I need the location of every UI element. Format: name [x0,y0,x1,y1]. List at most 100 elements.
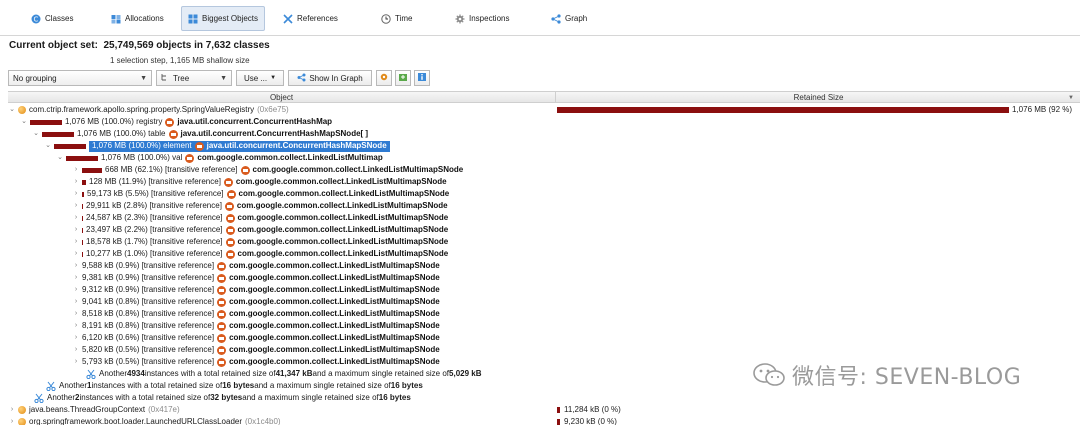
collapsed-toggle-icon[interactable]: › [72,212,80,224]
reference-class: com.google.common.collect.LinkedListMult… [236,201,448,210]
collapsed-toggle-icon[interactable]: › [72,320,80,332]
summary-row[interactable]: Another 2 instances with a total retaine… [8,392,1080,404]
title-prefix: Current object set: [9,40,98,51]
export-button[interactable] [395,70,411,86]
table-row[interactable]: › 8,191 kB (0.8%) [transitive reference] c… [8,320,1080,332]
table-row[interactable]: ⌄ 1,076 MB (100.0%) table java.util.conc… [8,128,1080,140]
grouping-select[interactable]: No grouping ▼ [8,70,152,86]
reference-class: com.google.common.collect.LinkedListMult… [229,285,440,294]
summary-total-size: 32 bytes [210,393,243,402]
collapsed-toggle-icon[interactable]: › [72,200,80,212]
settings-button[interactable] [376,70,392,86]
table-row[interactable]: › 10,277 kB (1.0%) [transitive reference]… [8,248,1080,260]
expand-toggle-icon[interactable]: ⌄ [8,104,16,116]
chevron-down-icon: ▼ [220,75,227,82]
table-row[interactable]: ⌄ com.ctrip.framework.apollo.spring.prop… [8,104,1080,116]
table-row[interactable]: › 6,120 kB (0.6%) [transitive reference] c… [8,332,1080,344]
show-in-graph-button[interactable]: Show In Graph [288,70,372,86]
table-row[interactable]: › 128 MB (11.9%) [transitive reference] co… [8,176,1080,188]
table-row[interactable]: › 29,911 kB (2.8%) [transitive reference]… [8,200,1080,212]
object-class: java.beans.ThreadGroupContext [29,405,146,414]
reference-class: com.google.common.collect.LinkedListMult… [229,297,440,306]
use-button[interactable]: Use ... ▼ [236,70,284,86]
collapsed-toggle-icon[interactable]: › [72,176,80,188]
table-row[interactable]: › 8,518 kB (0.8%) [transitive reference] c… [8,308,1080,320]
tab-label: Inspections [469,14,510,23]
view-mode-value: Tree [173,73,190,83]
table-row[interactable]: › 9,588 kB (0.9%) [transitive reference] c… [8,260,1080,272]
summary-max-size: 16 bytes [390,381,423,390]
table-row[interactable]: › 9,312 kB (0.9%) [transitive reference] c… [8,284,1080,296]
table-row-selected[interactable]: ⌄ 1,076 MB (100.0%) element java.util.co… [8,140,1080,152]
reference-size: 9,041 kB (0.8%) [transitive reference] [82,297,215,306]
table-row[interactable]: › 24,587 kB (2.3%) [transitive reference]… [8,212,1080,224]
collapsed-toggle-icon[interactable]: › [72,236,80,248]
reference-size: 10,277 kB (1.0%) [transitive reference] [86,249,223,258]
collapsed-toggle-icon[interactable]: › [72,296,80,308]
table-row[interactable]: › org.springframework.boot.loader.Launch… [8,416,1080,425]
reference-class: com.google.common.collect.LinkedListMult… [229,333,440,342]
tab-graph[interactable]: Graph [544,6,594,31]
table-header: Object Retained Size ▼ [8,91,1080,103]
tab-allocations[interactable]: Allocations [104,6,171,31]
reference-arrow-icon [225,237,235,247]
selection-step-info: 1 selection step, 1,165 MB shallow size [110,56,250,65]
collapsed-toggle-icon[interactable]: › [72,356,80,368]
reference-arrow-icon [217,261,227,271]
table-row[interactable]: › 59,173 kB (5.5%) [transitive reference]… [8,188,1080,200]
size-bar [82,167,102,173]
table-row[interactable]: › 668 MB (62.1%) [transitive reference] co… [8,164,1080,176]
table-row[interactable]: › 9,041 kB (0.8%) [transitive reference] c… [8,296,1080,308]
reference-arrow-icon [217,309,227,319]
collapsed-toggle-icon[interactable]: › [72,260,80,272]
reference-size: 1,076 MB (100.0%) val [101,153,183,162]
collapsed-toggle-icon[interactable]: › [8,404,16,416]
table-row[interactable]: ⌄ 1,076 MB (100.0%) val com.google.commo… [8,152,1080,164]
view-tabbar: C Classes Allocations Biggest Objects Re… [0,0,1080,36]
table-row[interactable]: › 5,820 kB (0.5%) [transitive reference] c… [8,344,1080,356]
collapsed-toggle-icon[interactable]: › [72,224,80,236]
retained-size-column-header[interactable]: Retained Size ▼ [557,92,1080,103]
collapsed-toggle-icon[interactable]: › [72,272,80,284]
size-bar [82,179,86,185]
tab-time[interactable]: Time [374,6,419,31]
collapsed-toggle-icon[interactable]: › [72,188,80,200]
collapsed-toggle-icon[interactable]: › [72,284,80,296]
retained-size-value: 9,230 kB (0 %) [564,417,617,425]
expand-toggle-icon[interactable]: ⌄ [20,116,28,128]
reference-class: com.google.common.collect.LinkedListMult… [237,249,449,258]
collapsed-toggle-icon[interactable]: › [8,416,16,425]
tab-inspections[interactable]: Inspections [448,6,516,31]
reference-class: com.google.common.collect.LinkedListMult… [229,357,440,366]
collapsed-toggle-icon[interactable]: › [72,248,80,260]
tab-references[interactable]: References [276,6,345,31]
chevron-down-icon: ▼ [140,75,147,82]
reference-class: java.util.concurrent.ConcurrentHashMap [177,117,333,126]
watermark-text: 微信号: SEVEN-BLOG [792,365,1022,390]
tab-classes[interactable]: C Classes [24,6,80,31]
summary-text: Another [99,369,128,378]
expand-toggle-icon[interactable]: ⌄ [56,152,64,164]
tab-biggest-objects[interactable]: Biggest Objects [181,6,266,31]
reference-class: com.google.common.collect.LinkedListMult… [229,273,440,282]
expand-toggle-icon[interactable]: ⌄ [32,128,40,140]
table-row[interactable]: › 18,578 kB (1.7%) [transitive reference]… [8,236,1080,248]
collapsed-toggle-icon[interactable]: › [72,344,80,356]
object-address: (0x6e75) [257,105,289,114]
reference-arrow-icon [217,357,227,367]
table-row[interactable]: › 9,381 kB (0.9%) [transitive reference] c… [8,272,1080,284]
graph-icon [551,13,561,24]
expand-toggle-icon[interactable]: ⌄ [44,140,52,152]
table-row[interactable]: › java.beans.ThreadGroupContext (0x417e)… [8,404,1080,416]
table-row[interactable]: › 23,497 kB (2.2%) [transitive reference]… [8,224,1080,236]
reference-size: 668 MB (62.1%) [transitive reference] [105,165,238,174]
summary-text: and a maximum single retained size of [254,381,391,390]
table-row[interactable]: ⌄ 1,076 MB (100.0%) registry java.util.c… [8,116,1080,128]
collapsed-toggle-icon[interactable]: › [72,164,80,176]
summary-text: instances with a total retained size of [91,381,223,390]
collapsed-toggle-icon[interactable]: › [72,308,80,320]
object-column-header[interactable]: Object [8,92,556,103]
info-button[interactable] [414,70,430,86]
collapsed-toggle-icon[interactable]: › [72,332,80,344]
view-mode-select[interactable]: Tree ▼ [156,70,232,86]
